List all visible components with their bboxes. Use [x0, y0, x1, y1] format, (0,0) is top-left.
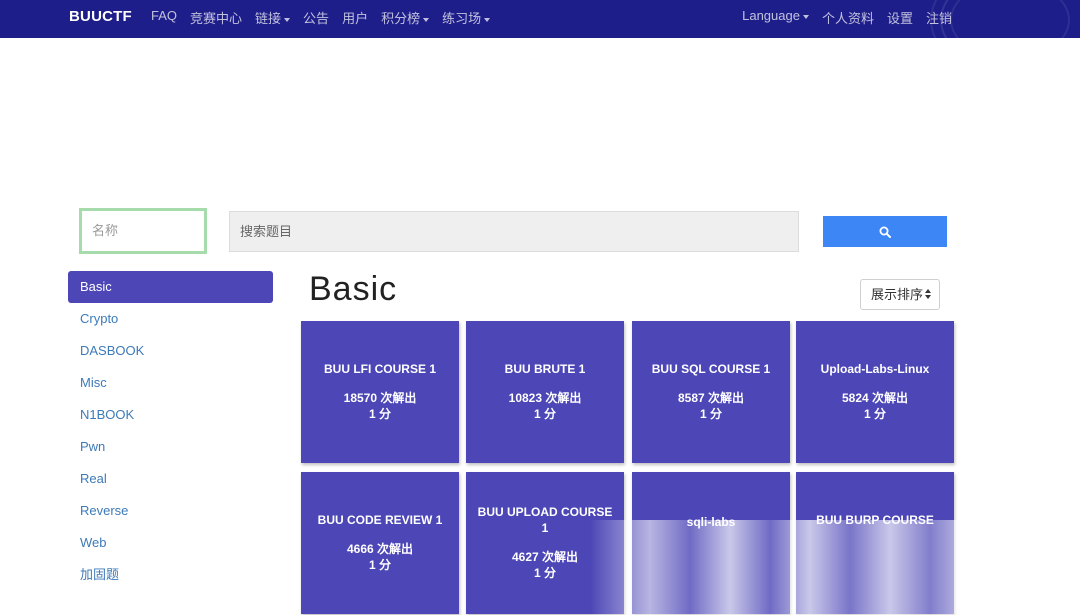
nav-left-item-label: 链接	[255, 11, 282, 26]
nav-left-item[interactable]: 链接	[255, 8, 291, 27]
challenge-card[interactable]: BUU CODE REVIEW 1 4666 次解出 1 分	[301, 472, 459, 614]
challenge-points: 1 分	[368, 407, 391, 421]
challenge-card[interactable]: BUU SQL COURSE 1 8587 次解出 1 分	[632, 321, 790, 463]
sidebar-item-0[interactable]: Basic	[68, 271, 273, 303]
challenge-name: BUU CODE REVIEW 1	[317, 513, 443, 527]
challenge-solves: 10823 次解出	[508, 391, 582, 405]
nav-right-menu: Language 个人资料 设置 注销	[742, 8, 952, 27]
challenge-name: BUU BURP COURSE	[816, 513, 934, 527]
top-navbar: BUUCTF FAQ 竞赛中心 链接 公告 用户 积分榜 练习场 Language 个人资料设…	[0, 0, 1080, 38]
challenge-solves: 4666 次解出	[346, 542, 414, 556]
challenge-card[interactable]: BUU LFI COURSE 1 18570 次解出 1 分	[301, 321, 459, 463]
sort-select-label: 展示排序	[871, 287, 924, 302]
select-arrows-icon	[925, 289, 931, 299]
sidebar-item-7[interactable]: Reverse	[68, 495, 273, 527]
nav-right-item[interactable]: Language	[742, 8, 809, 27]
search-button[interactable]	[823, 216, 947, 247]
sidebar-item-1[interactable]: Crypto	[68, 303, 273, 335]
nav-right-item-label: 个人资料	[821, 11, 874, 26]
sidebar-item-5[interactable]: Pwn	[68, 431, 273, 463]
nav-left-item[interactable]: 公告	[303, 8, 329, 27]
challenge-card[interactable]: BUU UPLOAD COURSE 1 4627 次解出 1 分	[466, 472, 624, 614]
challenge-name: BUU LFI COURSE 1	[323, 362, 436, 376]
nav-right-item-label: 注销	[925, 11, 952, 26]
nav-left-item[interactable]: 练习场	[442, 8, 491, 27]
nav-left-item[interactable]: 积分榜	[381, 8, 430, 27]
nav-left-item-label: 用户	[342, 11, 369, 26]
sort-select[interactable]: 展示排序	[860, 279, 940, 310]
category-sidebar: Basic Crypto DASBOOK Misc N1BOOK Pwn Real Rever…	[68, 271, 273, 591]
brand-logo[interactable]: BUUCTF	[69, 8, 132, 25]
nav-right-item[interactable]: 注销	[926, 8, 952, 27]
challenge-search-input[interactable]: 搜索题目	[229, 211, 799, 252]
nav-left-item-label: 积分榜	[381, 11, 421, 26]
challenge-points: 1 分	[533, 566, 556, 580]
nav-right-item[interactable]: 设置	[887, 8, 913, 27]
caret-down-icon	[802, 14, 809, 19]
sidebar-item-2[interactable]: DASBOOK	[68, 335, 273, 367]
challenge-points: 1 分	[699, 407, 722, 421]
challenge-name: Upload-Labs-Linux	[820, 362, 930, 376]
challenge-solves: 4627 次解出	[511, 550, 579, 564]
challenge-card[interactable]: BUU BURP COURSE	[796, 472, 954, 614]
navbar-decoration	[950, 0, 1070, 38]
sidebar-item-4[interactable]: N1BOOK	[68, 399, 273, 431]
challenge-name: BUU SQL COURSE 1	[651, 362, 771, 376]
challenge-name: BUU UPLOAD COURSE 1	[477, 505, 613, 535]
page-title: Basic	[309, 270, 398, 308]
nav-left-item[interactable]: 用户	[342, 8, 368, 27]
caret-down-icon	[423, 17, 430, 22]
challenge-solves: 18570 次解出	[343, 391, 417, 405]
challenge-points: 1 分	[368, 558, 391, 572]
sidebar-item-9[interactable]: 加固题	[68, 559, 273, 591]
name-filter-input[interactable]: 名称	[79, 208, 207, 254]
challenge-card[interactable]: BUU BRUTE 1 10823 次解出 1 分	[466, 321, 624, 463]
sidebar-item-3[interactable]: Misc	[68, 367, 273, 399]
challenge-points: 1 分	[533, 407, 556, 421]
caret-down-icon	[484, 17, 491, 22]
nav-right-item-label: 设置	[886, 11, 913, 26]
nav-right-item[interactable]: 个人资料	[822, 8, 874, 27]
nav-left-item-label: 公告	[303, 11, 330, 26]
nav-right-item-label: Language	[742, 8, 800, 23]
challenge-name: sqli-labs	[686, 515, 736, 529]
nav-left-item-label: 竞赛中心	[190, 11, 243, 26]
caret-down-icon	[284, 17, 291, 22]
nav-left-item-label: 练习场	[442, 11, 482, 26]
challenge-card[interactable]: sqli-labs	[632, 472, 790, 614]
sidebar-item-6[interactable]: Real	[68, 463, 273, 495]
nav-left-item[interactable]: 竞赛中心	[190, 8, 242, 27]
search-icon	[879, 226, 891, 238]
sidebar-item-8[interactable]: Web	[68, 527, 273, 559]
challenge-name: BUU BRUTE 1	[504, 362, 586, 376]
nav-left-item-label: FAQ	[151, 8, 178, 23]
challenge-solves: 5824 次解出	[841, 391, 909, 405]
challenge-card[interactable]: Upload-Labs-Linux 5824 次解出 1 分	[796, 321, 954, 463]
challenge-points: 1 分	[863, 407, 886, 421]
challenge-solves: 8587 次解出	[677, 391, 745, 405]
nav-left-item[interactable]: FAQ	[151, 8, 177, 27]
nav-left-menu: FAQ 竞赛中心 链接 公告 用户 积分榜 练习场	[151, 8, 491, 27]
